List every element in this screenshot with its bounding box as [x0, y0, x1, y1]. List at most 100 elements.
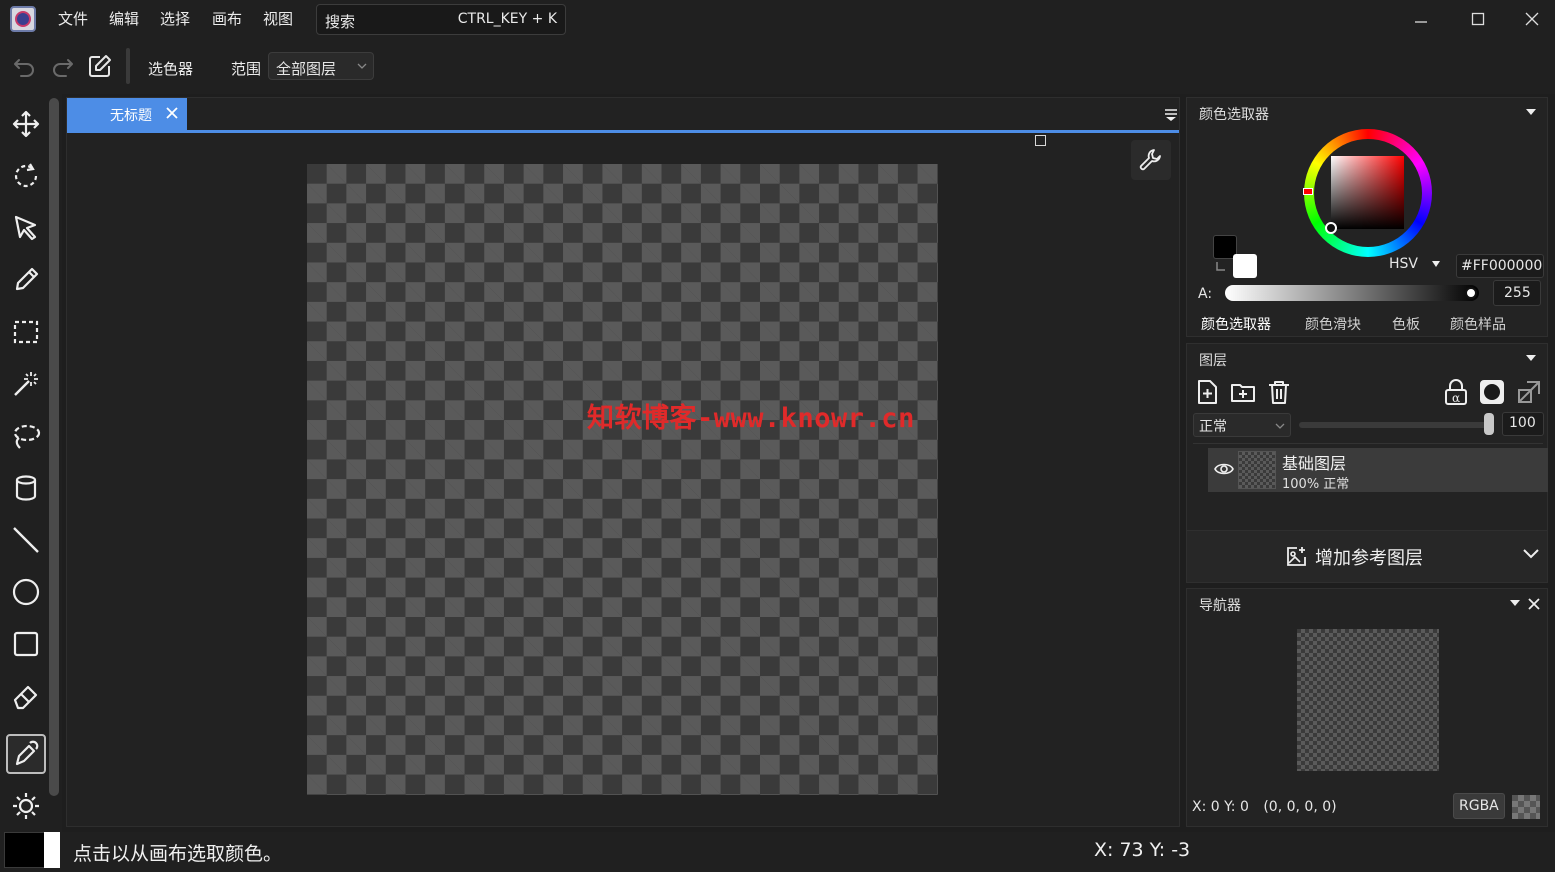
pencil-icon	[15, 267, 39, 291]
redo-button[interactable]	[48, 52, 76, 80]
alpha-label: A:	[1198, 286, 1213, 302]
status-cursor-coords: X: 73 Y: -3	[1094, 839, 1191, 861]
range-label: 范围	[231, 60, 262, 78]
rotate-tool[interactable]	[6, 156, 46, 196]
mode-dropdown-icon[interactable]	[1431, 260, 1441, 268]
saturation-value-square[interactable]	[1331, 156, 1404, 229]
navigator-rgba-value: (0, 0, 0, 0)	[1263, 799, 1337, 815]
new-group-button[interactable]	[1229, 378, 1257, 406]
layer-row[interactable]: 基础图层 100% 正常	[1208, 448, 1548, 492]
alpha-slider-handle[interactable]	[1465, 287, 1477, 299]
new-folder-icon	[1231, 384, 1255, 402]
magic-wand-tool[interactable]	[6, 364, 46, 404]
eraser-tool[interactable]	[6, 676, 46, 716]
move-icon	[12, 110, 40, 138]
color-picker-tool[interactable]	[6, 734, 46, 774]
delete-layer-button[interactable]	[1265, 378, 1293, 406]
navigator-preview[interactable]	[1297, 629, 1439, 771]
drawing-canvas[interactable]	[307, 164, 938, 795]
eraser-icon	[13, 685, 38, 710]
transparency-swatch	[1512, 795, 1540, 819]
maximize-button[interactable]	[1455, 4, 1501, 34]
watermark-text: 知软博客-www.knowr.cn	[587, 403, 915, 434]
move-tool[interactable]	[6, 104, 46, 144]
eye-icon[interactable]	[1214, 461, 1234, 477]
tab-palette[interactable]: 色板	[1392, 314, 1420, 340]
sv-handle[interactable]	[1325, 222, 1337, 234]
ellipse-tool[interactable]	[6, 572, 46, 612]
tab-menu-icon[interactable]	[1164, 108, 1178, 122]
collapse-arrow-icon[interactable]	[1525, 108, 1537, 116]
color-picker-panel: 颜色选取器 HSV #FF000000 A: 255 颜色选取器 颜色滑块 色板…	[1186, 97, 1548, 337]
redo-icon	[53, 59, 73, 77]
blend-mode-select[interactable]: 正常	[1193, 413, 1291, 437]
minimize-button[interactable]	[1398, 4, 1444, 34]
mask-icon	[1480, 380, 1504, 404]
opacity-input[interactable]: 100	[1502, 412, 1544, 436]
close-window-button[interactable]	[1509, 4, 1555, 34]
layer-mask-button[interactable]	[1478, 378, 1506, 406]
tool-panel-scrollbar[interactable]	[49, 98, 59, 796]
tab-color-sliders[interactable]: 颜色滑块	[1305, 314, 1361, 340]
navigator-panel-title: 导航器	[1199, 598, 1241, 614]
toolbar-divider	[126, 48, 130, 84]
layers-divider	[1193, 443, 1543, 444]
color-mode-label[interactable]: HSV	[1389, 256, 1418, 272]
eyedropper-icon	[15, 740, 39, 766]
alpha-input[interactable]: 255	[1493, 280, 1541, 306]
opacity-slider-handle[interactable]	[1484, 413, 1494, 435]
pencil-tool[interactable]	[6, 260, 46, 300]
rect-select-tool[interactable]	[6, 312, 46, 352]
marquee-icon	[13, 320, 39, 344]
lock-alpha-button[interactable]: α	[1442, 378, 1470, 406]
document-tab[interactable]: 无标题	[67, 98, 187, 130]
rgba-toggle-button[interactable]: RGBA	[1453, 793, 1505, 819]
minimize-icon	[1415, 21, 1427, 23]
new-layer-button[interactable]	[1193, 378, 1221, 406]
close-icon	[1525, 12, 1539, 26]
rectangle-tool[interactable]	[6, 624, 46, 664]
menu-file[interactable]: 文件	[58, 8, 88, 29]
alpha-slider[interactable]	[1225, 285, 1479, 301]
menu-select[interactable]: 选择	[160, 8, 190, 29]
status-secondary-color[interactable]	[44, 832, 60, 868]
lasso-tool[interactable]	[6, 416, 46, 456]
opacity-slider[interactable]	[1299, 422, 1489, 428]
canvas-settings-button[interactable]	[1131, 140, 1171, 180]
tab-color-picker[interactable]: 颜色选取器	[1201, 314, 1271, 340]
chevron-down-icon[interactable]	[1523, 549, 1539, 559]
menu-view[interactable]: 视图	[263, 8, 293, 29]
tool-panel	[0, 94, 62, 832]
menu-edit[interactable]: 编辑	[109, 8, 139, 29]
svg-text:α: α	[1452, 391, 1460, 405]
hue-handle[interactable]	[1303, 188, 1313, 195]
brightness-tool[interactable]	[6, 786, 46, 826]
undo-button[interactable]	[11, 52, 39, 80]
secondary-color-swatch[interactable]	[1233, 254, 1257, 278]
canvas-resize-handle[interactable]	[1035, 135, 1046, 146]
link-icon	[1518, 381, 1540, 403]
edit-button[interactable]	[86, 52, 114, 80]
trash-icon	[1269, 381, 1289, 404]
tab-color-samples[interactable]: 颜色样品	[1450, 314, 1506, 340]
range-select[interactable]: 全部图层	[268, 52, 374, 80]
menu-canvas[interactable]: 画布	[212, 8, 242, 29]
swap-colors-icon[interactable]	[1215, 261, 1227, 273]
bucket-icon	[15, 475, 37, 501]
square-icon	[13, 631, 39, 657]
hex-input[interactable]: #FF000000	[1456, 254, 1544, 278]
status-primary-color[interactable]	[4, 832, 46, 868]
link-layer-button[interactable]	[1515, 378, 1543, 406]
close-tab-icon[interactable]	[165, 106, 179, 120]
bucket-tool[interactable]	[6, 468, 46, 508]
select-arrow-tool[interactable]	[6, 208, 46, 248]
wrench-icon	[1139, 149, 1161, 171]
collapse-arrow-icon[interactable]	[1509, 599, 1521, 607]
line-tool[interactable]	[6, 520, 46, 560]
layer-name: 基础图层	[1282, 454, 1347, 473]
close-icon[interactable]	[1527, 597, 1541, 611]
add-reference-layer-button[interactable]: 增加参考图层	[1187, 530, 1547, 582]
search-input[interactable]: 搜索 CTRL_KEY + K	[316, 4, 566, 35]
circle-icon	[12, 578, 40, 606]
collapse-arrow-icon[interactable]	[1525, 354, 1537, 362]
